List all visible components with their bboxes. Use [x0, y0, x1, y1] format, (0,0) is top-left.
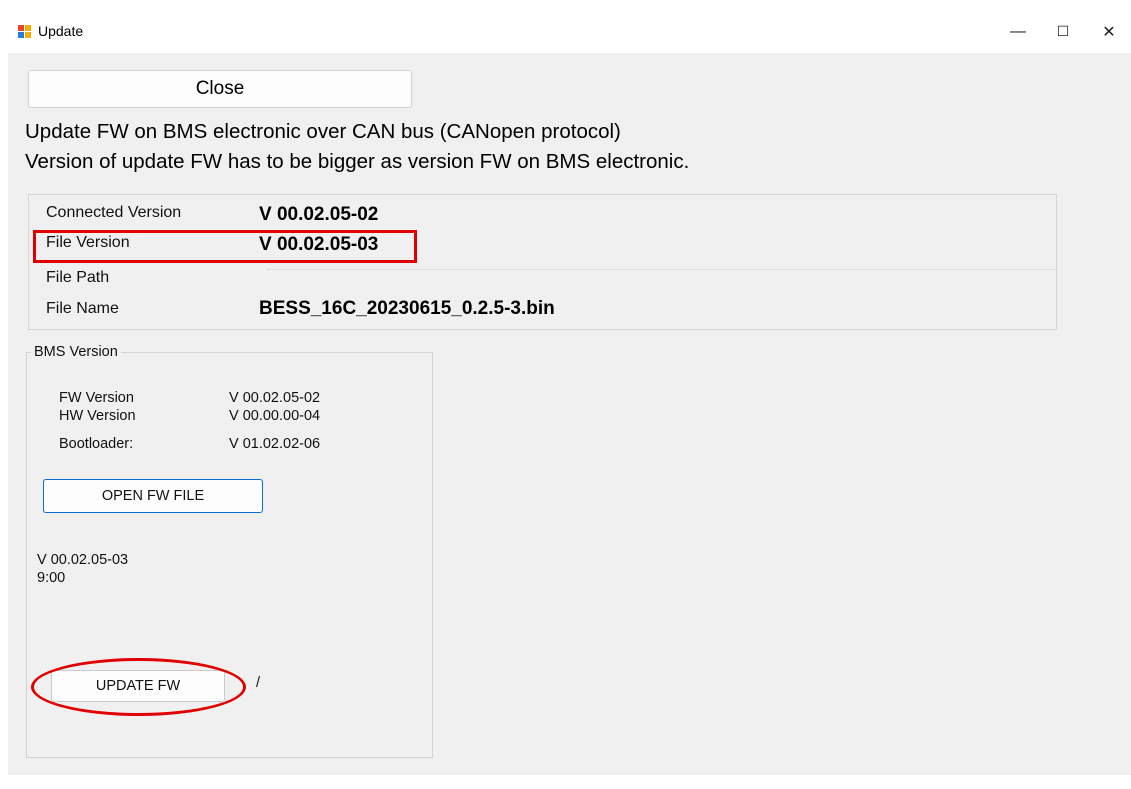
fw-version-value: V 00.02.05-02 [229, 390, 321, 406]
hw-version-label: HW Version [59, 408, 136, 424]
window-title: Update [38, 23, 84, 39]
file-path-label: File Path [46, 269, 110, 286]
title-bar[interactable]: Update — ☐ ✕ [8, 10, 1131, 53]
file-path-value [267, 269, 1057, 271]
bms-version-group-title: BMS Version [31, 344, 121, 360]
description-line-2: Version of update FW has to be bigger as… [25, 150, 690, 173]
update-fw-highlight [31, 658, 246, 716]
update-status-text: / [256, 675, 261, 691]
description-line-1: Update FW on BMS electronic over CAN bus… [25, 120, 621, 143]
file-version-highlight [33, 230, 417, 263]
fw-version-label: FW Version [59, 390, 134, 406]
update-window: Update — ☐ ✕ Close Update FW on BMS elec… [8, 10, 1131, 775]
close-button[interactable]: Close [28, 70, 412, 108]
connected-version-label: Connected Version [46, 204, 182, 221]
bms-version-group: BMS Version FW Version V 00.02.05-02 HW … [26, 344, 433, 758]
file-name-label: File Name [46, 300, 119, 317]
file-name-value: BESS_16C_20230615_0.2.5-3.bin [259, 298, 555, 319]
app-icon [18, 25, 32, 39]
open-fw-file-button[interactable]: OPEN FW FILE [43, 479, 263, 513]
file-info-panel: Connected Version V 00.02.05-02 File Ver… [28, 194, 1057, 330]
loaded-fw-time: 9:00 [37, 570, 66, 586]
bootloader-value: V 01.02.02-06 [229, 436, 321, 452]
minimize-button[interactable]: — [995, 10, 1041, 53]
loaded-fw-version: V 00.02.05-03 [37, 552, 129, 568]
maximize-button[interactable]: ☐ [1040, 10, 1086, 53]
hw-version-value: V 00.00.00-04 [229, 408, 321, 424]
bootloader-label: Bootloader: [59, 436, 134, 452]
window-close-button[interactable]: ✕ [1086, 10, 1131, 53]
connected-version-value: V 00.02.05-02 [259, 204, 379, 225]
